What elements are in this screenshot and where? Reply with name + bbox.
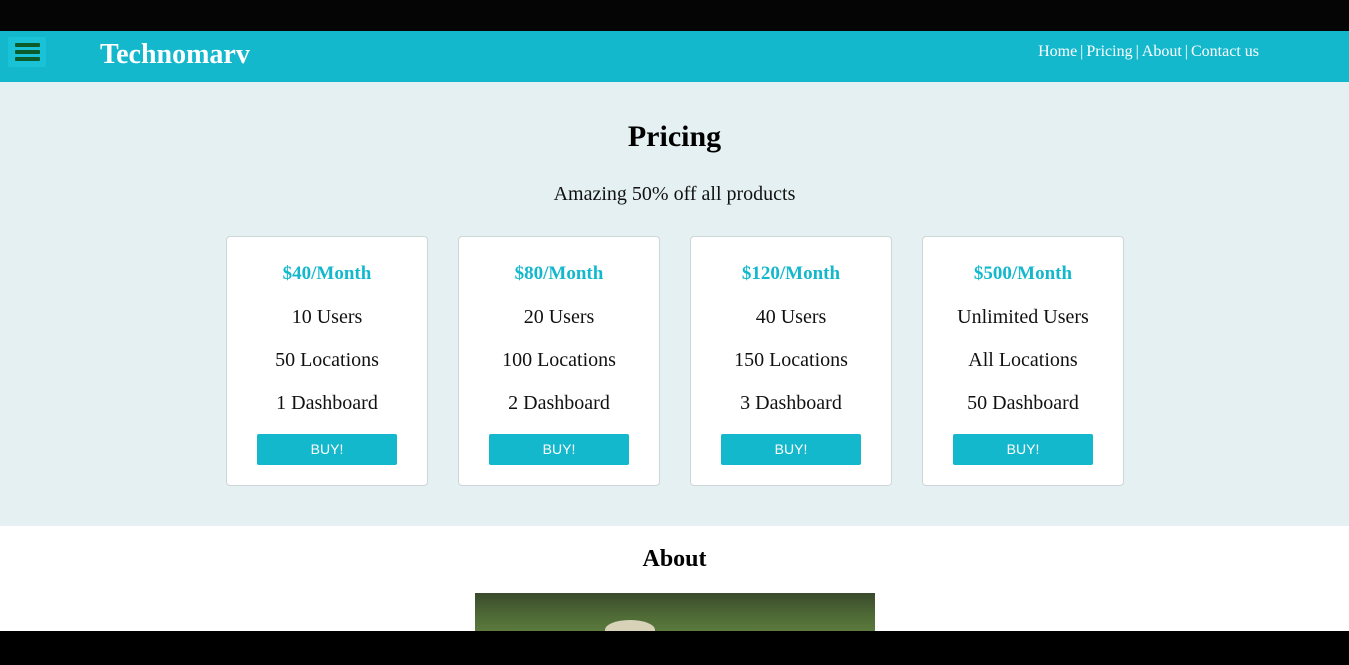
site-header: Technomarv Home | Pricing | About | Contact us — [0, 31, 1349, 82]
nav-separator: | — [1080, 43, 1084, 60]
plan-locations: 50 Locations — [275, 349, 379, 371]
plan-price: $80/Month — [514, 263, 604, 284]
about-image — [475, 593, 875, 631]
bottom-black-band — [0, 631, 1349, 665]
plan-price: $40/Month — [282, 263, 372, 284]
plan-locations: 150 Locations — [734, 349, 848, 371]
pricing-section: Pricing Amazing 50% off all products $40… — [0, 82, 1349, 526]
menu-bar — [15, 50, 40, 54]
plan-users: 40 Users — [755, 306, 827, 328]
buy-button[interactable]: BUY! — [721, 434, 861, 465]
pricing-subtitle: Amazing 50% off all products — [553, 183, 796, 205]
page-viewport: Technomarv Home | Pricing | About | Contact us… — [0, 31, 1349, 631]
plan-dashboards: 50 Dashboard — [967, 392, 1079, 414]
nav-home[interactable]: Home — [1038, 43, 1077, 60]
plan-users: Unlimited Users — [957, 306, 1089, 328]
nav-separator: | — [1135, 43, 1139, 60]
menu-bar — [15, 43, 40, 47]
buy-button[interactable]: BUY! — [489, 434, 629, 465]
pricing-card-4: $500/Month Unlimited Users All Locations… — [922, 236, 1124, 486]
plan-dashboards: 3 Dashboard — [740, 392, 842, 414]
pricing-card-3: $120/Month 40 Users 150 Locations 3 Dash… — [690, 236, 892, 486]
plan-price: $500/Month — [973, 263, 1073, 284]
buy-button[interactable]: BUY! — [953, 434, 1093, 465]
menu-bar — [15, 57, 40, 61]
pricing-card-2: $80/Month 20 Users 100 Locations 2 Dashb… — [458, 236, 660, 486]
plan-locations: 100 Locations — [502, 349, 616, 371]
pricing-title: Pricing — [627, 120, 722, 153]
brand-logo-text[interactable]: Technomarv — [100, 35, 250, 75]
top-black-band — [0, 0, 1349, 31]
nav-pricing[interactable]: Pricing — [1086, 43, 1132, 60]
plan-price: $120/Month — [741, 263, 841, 284]
plan-dashboards: 2 Dashboard — [508, 392, 610, 414]
main-nav: Home | Pricing | About | Contact us — [1038, 43, 1259, 61]
about-title: About — [642, 546, 707, 572]
about-image-subject — [605, 620, 655, 631]
plan-users: 10 Users — [291, 306, 363, 328]
nav-about[interactable]: About — [1142, 43, 1182, 60]
plan-dashboards: 1 Dashboard — [276, 392, 378, 414]
nav-separator: | — [1184, 43, 1188, 60]
pricing-card-1: $40/Month 10 Users 50 Locations 1 Dashbo… — [226, 236, 428, 486]
plan-locations: All Locations — [968, 349, 1078, 371]
hamburger-menu-icon[interactable] — [8, 37, 46, 67]
nav-contact[interactable]: Contact us — [1191, 43, 1259, 60]
buy-button[interactable]: BUY! — [257, 434, 397, 465]
plan-users: 20 Users — [523, 306, 595, 328]
